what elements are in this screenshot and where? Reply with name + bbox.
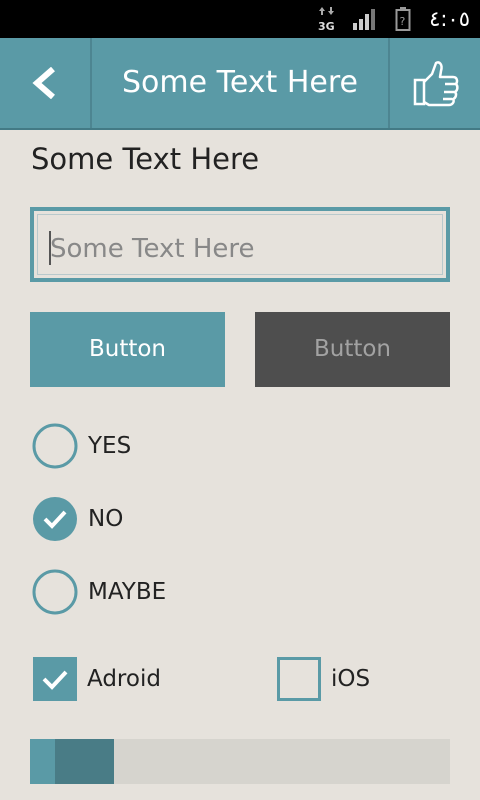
- progress-bar: [30, 739, 450, 784]
- radio-unchecked-icon: [32, 569, 78, 615]
- progress-primary-fill: [55, 739, 114, 784]
- signal-icon: [352, 9, 378, 35]
- app-bar-divider: [0, 128, 480, 130]
- text-input-inner[interactable]: Some Text Here: [37, 214, 443, 275]
- primary-button[interactable]: Button: [30, 312, 225, 387]
- battery-unknown-icon: ?: [395, 6, 411, 36]
- radio-checked-icon: [33, 497, 77, 541]
- checkbox-label-android: Adroid: [87, 666, 161, 692]
- radio-maybe[interactable]: [32, 569, 78, 615]
- status-time: ٤:٠٥: [429, 7, 470, 31]
- page-heading: Some Text Here: [31, 142, 260, 176]
- radio-yes[interactable]: [32, 423, 78, 469]
- checkbox-label-ios: iOS: [331, 666, 371, 692]
- thumbs-up-icon: [413, 61, 459, 107]
- disabled-button: Button: [255, 312, 450, 387]
- app-bar: Some Text Here: [0, 38, 480, 130]
- radio-label-maybe: MAYBE: [88, 579, 167, 605]
- svg-text:?: ?: [400, 15, 406, 28]
- radio-label-yes: YES: [88, 433, 132, 459]
- check-icon: [42, 670, 68, 690]
- back-button[interactable]: [0, 38, 92, 128]
- text-input-placeholder: Some Text Here: [50, 234, 255, 264]
- radio-unchecked-icon: [32, 423, 78, 469]
- radio-no[interactable]: [32, 496, 78, 542]
- text-input[interactable]: Some Text Here: [30, 207, 450, 282]
- like-button[interactable]: [388, 38, 480, 128]
- checkbox-android[interactable]: [33, 657, 77, 701]
- network-type-label: 3G: [318, 20, 335, 32]
- arrow-left-icon: [32, 67, 55, 99]
- checkbox-ios[interactable]: [277, 657, 321, 701]
- network-3g-icon: 3G: [318, 6, 336, 36]
- radio-label-no: NO: [88, 506, 124, 532]
- status-bar: 3G ? ٤:٠٥: [0, 0, 480, 38]
- app-title: Some Text Here: [122, 65, 358, 100]
